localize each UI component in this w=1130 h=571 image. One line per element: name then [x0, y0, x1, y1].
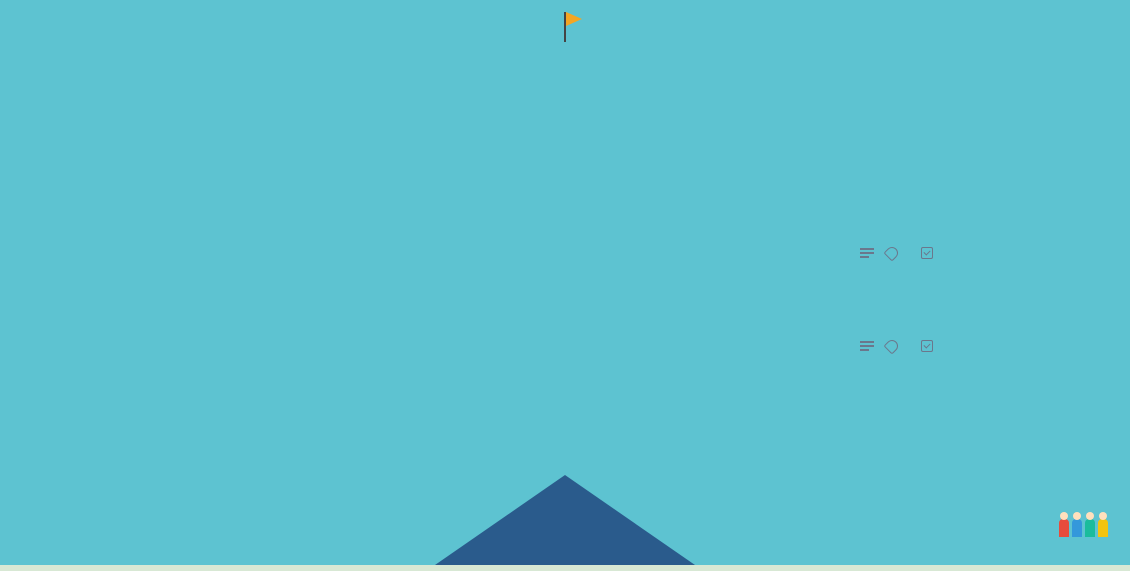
checklist-icon — [921, 340, 933, 352]
board-canvas: About This Board🐺!Why This Board?Copy Th… — [0, 46, 1130, 567]
description-badge — [860, 341, 874, 351]
card[interactable]: Reading List: Tips To Lead More Effectiv… — [850, 190, 1100, 268]
list-cards: The Desired Management Style Checklist!0… — [842, 96, 1108, 422]
checklist-icon — [921, 247, 933, 259]
mountain-illustration — [842, 96, 1108, 422]
description-icon — [860, 248, 874, 258]
description-badge — [860, 248, 874, 258]
card-cover — [842, 96, 1108, 422]
description-icon — [860, 341, 874, 351]
list: 📈Find Someone Who Can Take The LeadThe D… — [842, 46, 1108, 422]
